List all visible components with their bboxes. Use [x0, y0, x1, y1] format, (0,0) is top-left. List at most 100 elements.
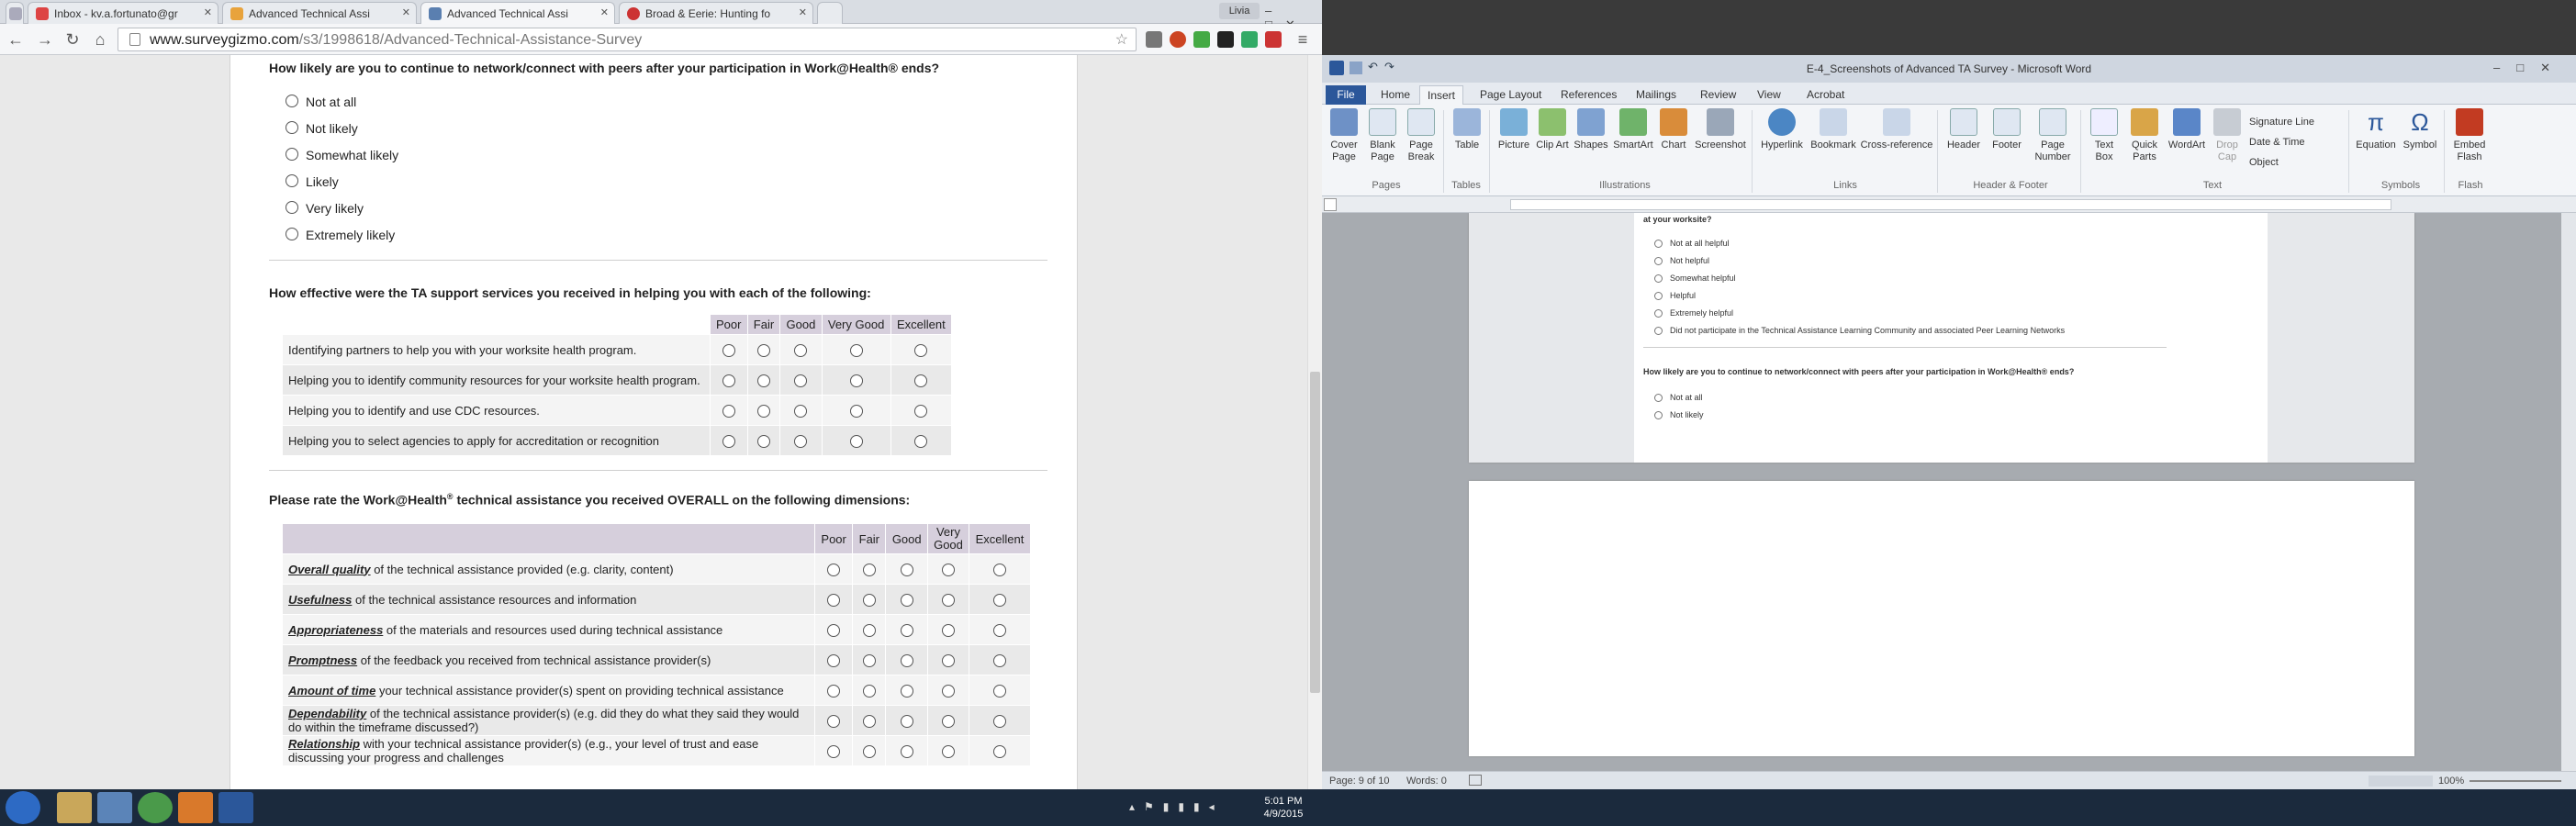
smartart-button[interactable]: SmartArt [1612, 108, 1654, 151]
clock[interactable]: 5:01 PM 4/9/2015 [1256, 795, 1311, 820]
bookmark-star-icon[interactable]: ☆ [1115, 30, 1128, 49]
extension-icon[interactable] [1217, 31, 1234, 48]
radio-button[interactable] [992, 714, 1006, 728]
minimize-icon[interactable]: – [2493, 61, 2516, 74]
radio-button[interactable] [914, 343, 928, 357]
radio-button[interactable] [827, 684, 841, 698]
tab-page-layout[interactable]: Page Layout [1473, 85, 1549, 105]
radio-button[interactable] [941, 684, 955, 698]
pinned-tab[interactable] [6, 2, 24, 24]
radio-button[interactable] [941, 593, 955, 607]
tab-inbox[interactable]: Inbox - kv.a.fortunato@gr ✕ [28, 2, 218, 24]
hyperlink-button[interactable]: Hyperlink [1757, 108, 1807, 151]
screenshot-button[interactable]: Screenshot [1693, 108, 1748, 151]
page-scrollbar[interactable] [1307, 55, 1322, 789]
extension-icon[interactable] [1265, 31, 1282, 48]
radio-button[interactable] [849, 374, 863, 387]
close-icon[interactable]: ✕ [799, 6, 807, 18]
close-icon[interactable]: ✕ [402, 6, 410, 18]
tab-home[interactable]: Home [1373, 85, 1417, 105]
radio-button[interactable] [900, 684, 913, 698]
word-taskbar-icon[interactable] [218, 792, 253, 823]
radio-button[interactable] [992, 563, 1006, 576]
radio-button[interactable] [941, 653, 955, 667]
new-tab-button[interactable] [817, 2, 843, 24]
word-count[interactable]: Words: 0 [1406, 776, 1447, 787]
radio-button[interactable] [849, 434, 863, 448]
radio-button[interactable] [862, 653, 876, 667]
radio-button[interactable] [900, 744, 913, 758]
horizontal-ruler[interactable] [1322, 196, 2576, 213]
radio-button[interactable] [941, 744, 955, 758]
radio-button[interactable] [756, 343, 770, 357]
radio-button[interactable] [914, 374, 928, 387]
radio-button[interactable] [286, 148, 298, 161]
tab-insert[interactable]: Insert [1419, 85, 1464, 105]
cover-page-button[interactable]: Cover Page [1326, 108, 1362, 163]
radio-button[interactable] [992, 623, 1006, 637]
tab-survey-1[interactable]: Advanced Technical Assi ✕ [222, 2, 417, 24]
radio-button[interactable] [794, 343, 808, 357]
file-explorer-icon[interactable] [57, 792, 92, 823]
document-area[interactable]: at your worksite? Not at all helpful Not… [1322, 213, 2576, 771]
signature-line-button[interactable]: Signature Line [2249, 112, 2314, 132]
bookmark-button[interactable]: Bookmark [1809, 108, 1858, 151]
radio-button[interactable] [992, 744, 1006, 758]
radio-button[interactable] [900, 653, 913, 667]
system-tray-icons[interactable]: ▴⚑▮▮▮◂ [1129, 800, 1224, 813]
close-icon[interactable]: ✕ [2540, 61, 2567, 74]
zoom-slider[interactable] [2470, 780, 2561, 782]
chrome-icon[interactable] [138, 792, 173, 823]
radio-button[interactable] [862, 593, 876, 607]
extension-icon[interactable] [1241, 31, 1258, 48]
page-body[interactable]: at your worksite? Not at all helpful Not… [1634, 213, 2268, 463]
tab-review[interactable]: Review [1693, 85, 1743, 105]
radio-button[interactable] [900, 714, 913, 728]
radio-button[interactable] [286, 174, 298, 187]
chart-button[interactable]: Chart [1656, 108, 1691, 151]
radio-button[interactable] [827, 744, 841, 758]
forward-arrow-icon[interactable]: → [35, 29, 55, 50]
radio-button[interactable] [794, 434, 808, 448]
radio-button[interactable] [722, 404, 735, 418]
radio-button[interactable] [862, 714, 876, 728]
footer-button[interactable]: Footer [1987, 108, 2027, 151]
proofing-icon[interactable] [1469, 775, 1482, 786]
radio-button[interactable] [941, 714, 955, 728]
radio-button[interactable] [794, 404, 808, 418]
minimize-icon[interactable]: – [1265, 4, 1284, 17]
radio-button[interactable] [756, 404, 770, 418]
view-buttons[interactable] [2369, 776, 2433, 787]
radio-button[interactable] [286, 121, 298, 134]
page-number-button[interactable]: Page Number [2029, 108, 2077, 163]
radio-button[interactable] [849, 404, 863, 418]
drop-cap-button[interactable]: Drop Cap [2209, 108, 2246, 163]
radio-button[interactable] [756, 434, 770, 448]
adblock-icon[interactable] [1170, 31, 1186, 48]
radio-button[interactable] [827, 653, 841, 667]
date-time-button[interactable]: Date & Time [2249, 132, 2314, 152]
radio-button[interactable] [756, 374, 770, 387]
tab-references[interactable]: References [1553, 85, 1624, 105]
scrollbar-thumb[interactable] [1310, 372, 1320, 693]
document-scrollbar[interactable] [2561, 213, 2576, 771]
close-icon[interactable]: ✕ [204, 6, 212, 18]
radio-button[interactable] [992, 653, 1006, 667]
radio-button[interactable] [827, 623, 841, 637]
menu-icon[interactable]: ≡ [1293, 29, 1313, 50]
wordart-button[interactable]: WordArt [2167, 108, 2207, 151]
close-icon[interactable]: ✕ [600, 6, 609, 18]
radio-button[interactable] [722, 343, 735, 357]
radio-button[interactable] [286, 228, 298, 240]
tab-acrobat[interactable]: Acrobat [1799, 85, 1852, 105]
radio-button[interactable] [794, 374, 808, 387]
radio-button[interactable] [862, 563, 876, 576]
address-bar[interactable]: www.surveygizmo.com/s3/1998618/Advanced-… [118, 28, 1137, 51]
radio-button[interactable] [992, 684, 1006, 698]
document-page[interactable] [1469, 481, 2414, 756]
radio-button[interactable] [827, 563, 841, 576]
radio-button[interactable] [900, 593, 913, 607]
home-icon[interactable]: ⌂ [90, 29, 110, 50]
tab-survey-active[interactable]: Advanced Technical Assi ✕ [420, 2, 615, 24]
radio-button[interactable] [827, 714, 841, 728]
